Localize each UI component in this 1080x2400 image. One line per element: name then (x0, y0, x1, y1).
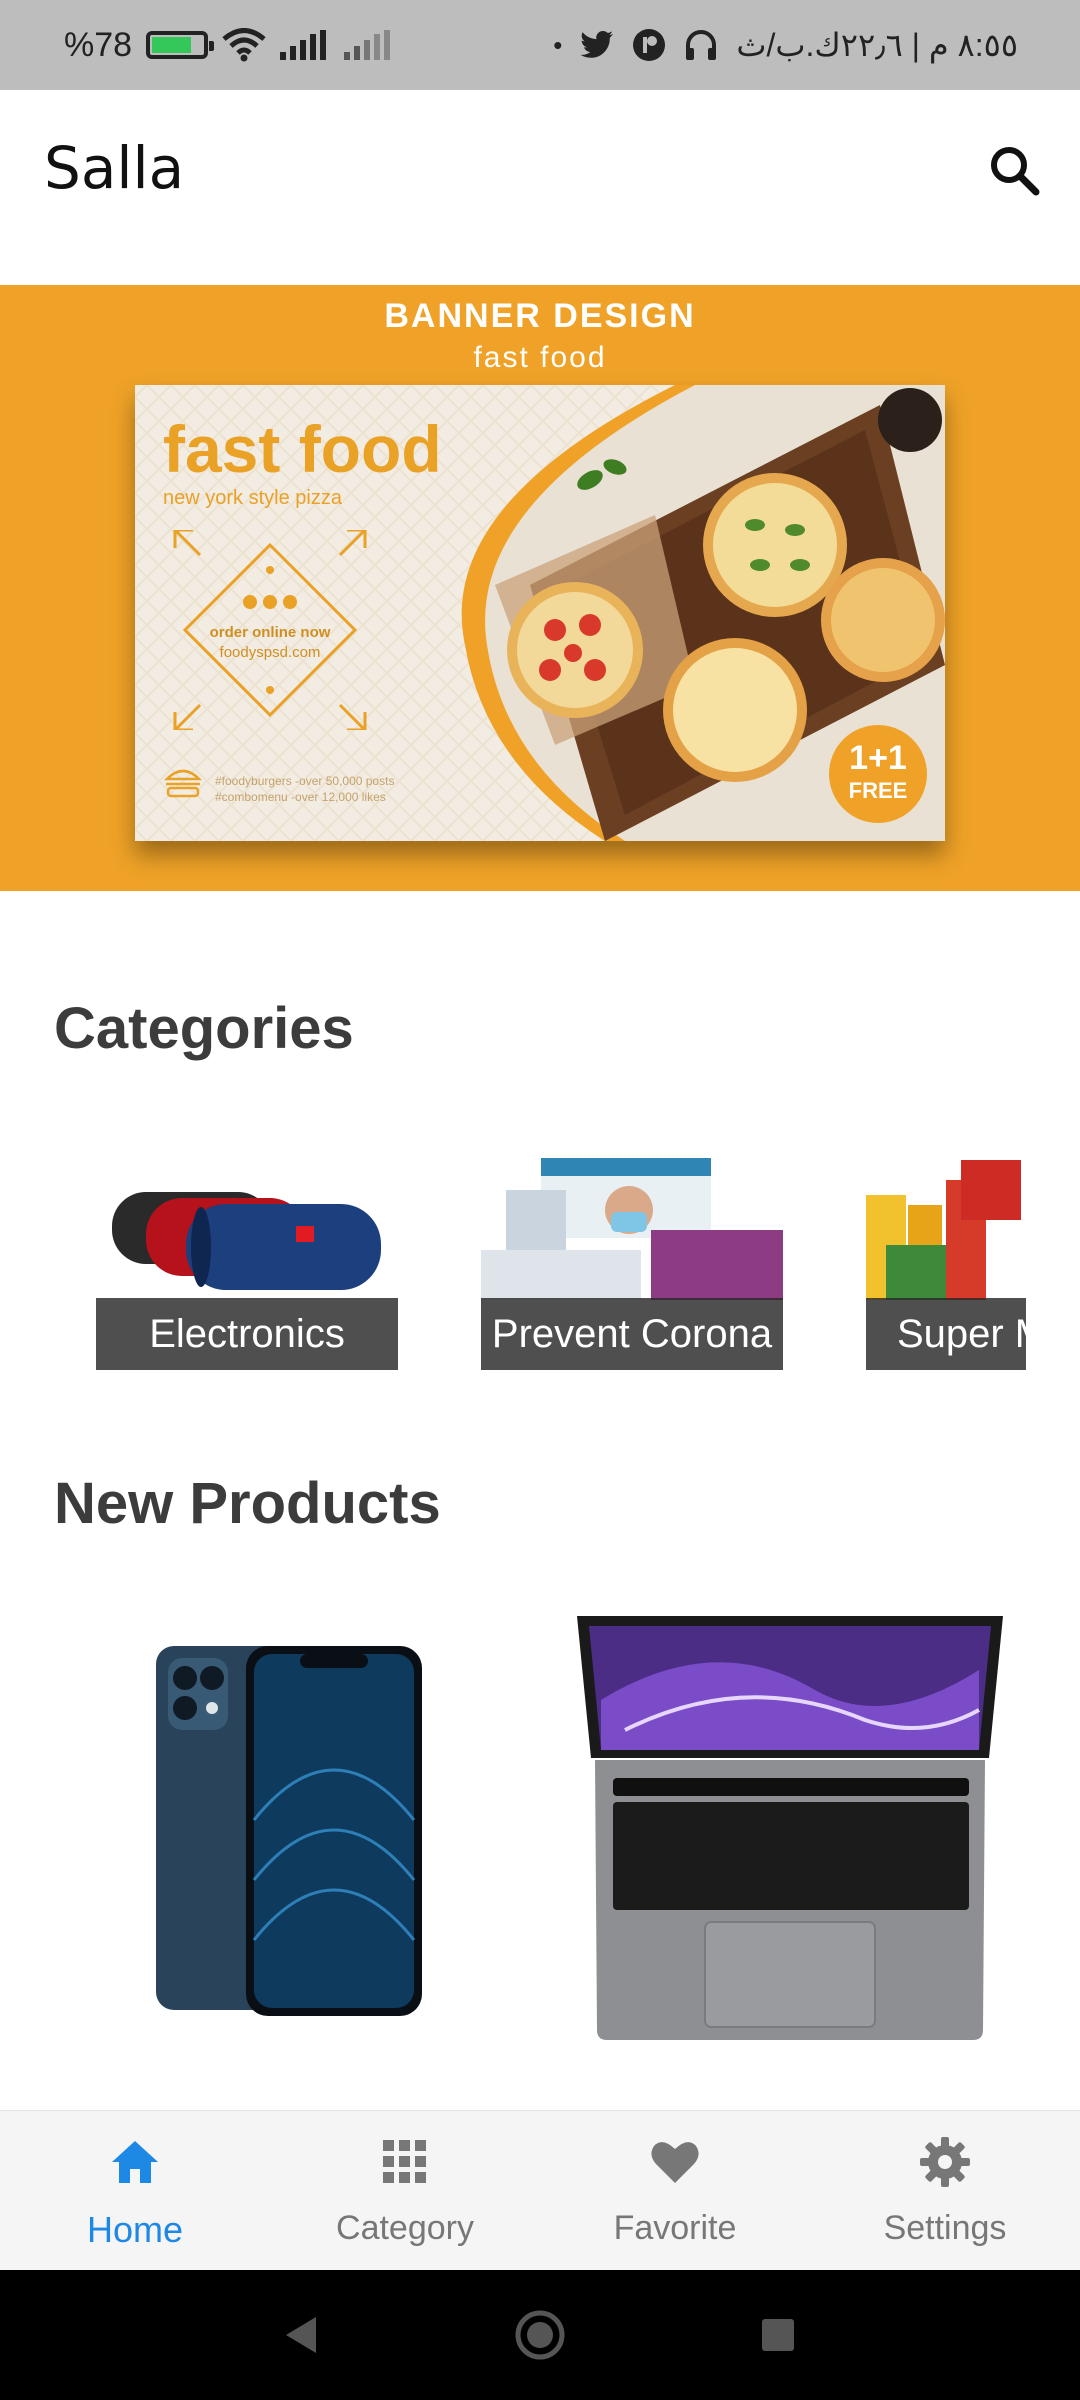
app-bar: Salla (0, 90, 1080, 290)
grid-icon (383, 2140, 426, 2183)
masks-image (481, 1158, 783, 1300)
search-button[interactable] (980, 136, 1050, 206)
banner-subheading: fast food (473, 341, 607, 374)
new-products-title: New Products (54, 1471, 441, 1536)
home-button-icon[interactable] (514, 2309, 566, 2361)
category-item-prevent-corona[interactable]: Prevent Corona (481, 1150, 783, 1370)
category-label: Electronics (96, 1298, 398, 1370)
search-icon (991, 147, 1040, 196)
status-time-speed: ٨:٥٥ م | ٢٢٫٦ك.ب/ث (736, 27, 1018, 63)
iphone-image (156, 1646, 422, 2016)
home-icon (112, 2141, 158, 2183)
nav-label: Settings (883, 2209, 1007, 2247)
badge-main: 1+1 (849, 739, 907, 777)
back-icon[interactable] (280, 2313, 324, 2357)
nav-label: Home (86, 2209, 184, 2250)
nav-label: Favorite (613, 2209, 737, 2247)
twitter-icon (580, 31, 614, 58)
free-badge: 1+1 FREE (829, 725, 927, 823)
nav-item-favorite[interactable]: Favorite (540, 2111, 810, 2271)
battery-percent: %78 (64, 25, 133, 64)
bottom-navigation: Home Category Favorite Settings (0, 2110, 1080, 2271)
status-bar: %78 • ٨:٥٥ م | ٢٢٫٦ك.ب/ث (0, 0, 1080, 90)
speakers-image (112, 1192, 381, 1290)
dot-icon: • (553, 29, 563, 60)
app-icon (633, 29, 666, 61)
categories-list[interactable]: Electronics Prevent Corona Super Market (96, 1150, 1026, 1370)
nav-item-settings[interactable]: Settings (810, 2111, 1080, 2271)
product-card-iphone[interactable] (150, 1640, 430, 2020)
gear-icon (920, 2137, 970, 2187)
signal-icon (280, 30, 327, 60)
pizza-image (507, 388, 945, 782)
system-navigation-bar (0, 2270, 1080, 2400)
category-label: Super Market (866, 1298, 1026, 1370)
categories-title: Categories (54, 996, 354, 1061)
nav-label: Category (336, 2209, 474, 2247)
category-item-electronics[interactable]: Electronics (96, 1150, 398, 1370)
status-left: %78 (64, 18, 394, 72)
banner-heading: BANNER DESIGN (384, 297, 696, 335)
badge-sub: FREE (848, 778, 908, 803)
recents-icon[interactable] (758, 2315, 798, 2355)
battery-icon (146, 31, 215, 59)
nav-item-home[interactable]: Home (0, 2111, 270, 2271)
category-item-super-market[interactable]: Super Market (866, 1150, 1026, 1370)
app-title: Salla (44, 134, 185, 202)
product-card-macbook[interactable] (565, 1610, 1015, 2040)
category-label: Prevent Corona (481, 1298, 783, 1370)
groceries-image (866, 1160, 1021, 1300)
banner-card: fast food new york style pizza order onl… (135, 385, 945, 841)
signal-icon-2 (344, 30, 391, 60)
macbook-image (577, 1616, 1003, 2040)
headphones-icon (686, 30, 717, 60)
nav-item-category[interactable]: Category (270, 2111, 540, 2271)
promo-banner[interactable]: BANNER DESIGN fast food fast food new yo… (0, 285, 1080, 891)
wifi-icon (222, 28, 266, 62)
heart-icon (651, 2142, 699, 2183)
status-right: • ٨:٥٥ م | ٢٢٫٦ك.ب/ث (553, 18, 1018, 72)
